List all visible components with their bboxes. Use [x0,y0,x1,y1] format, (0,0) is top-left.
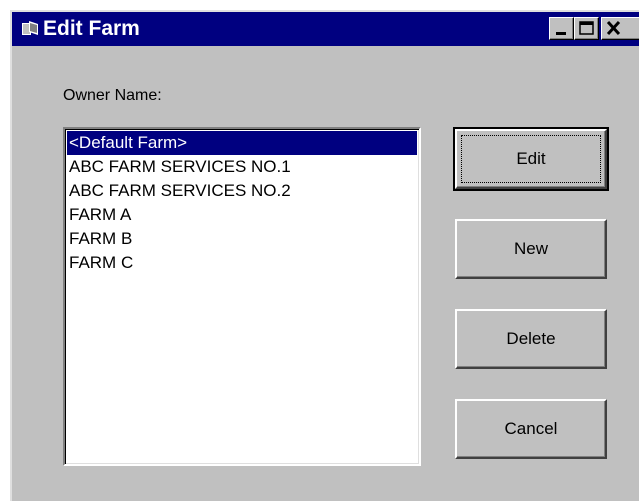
list-item[interactable]: FARM C [67,251,419,275]
list-item[interactable]: ABC FARM SERVICES NO.2 [67,179,419,203]
minimize-button[interactable] [549,17,574,40]
title-bar[interactable]: Edit Farm [12,12,639,46]
list-item[interactable]: FARM A [67,203,419,227]
cancel-button-label: Cancel [504,419,558,438]
new-button[interactable]: New [455,219,607,279]
app-window-icon [22,21,38,35]
maximize-icon [579,21,594,35]
minimize-icon [556,32,566,35]
owner-name-listbox[interactable]: <Default Farm> ABC FARM SERVICES NO.1 AB… [63,127,421,466]
list-item[interactable]: ABC FARM SERVICES NO.1 [67,155,419,179]
cancel-button[interactable]: Cancel [455,399,607,459]
delete-button[interactable]: Delete [455,309,607,369]
edit-button-label: Edit [516,149,546,168]
list-item[interactable]: <Default Farm> [67,131,417,155]
close-icon [606,20,621,36]
delete-button-label: Delete [506,329,556,348]
edit-farm-dialog: Edit Farm Owner Name: <Default Farm> ABC… [10,10,639,501]
maximize-button[interactable] [574,17,599,40]
owner-name-label: Owner Name: [63,87,162,104]
list-item[interactable]: FARM B [67,227,419,251]
edit-button[interactable]: Edit [453,127,609,191]
window-title: Edit Farm [43,17,140,40]
close-button[interactable] [601,17,639,40]
new-button-label: New [513,239,548,258]
